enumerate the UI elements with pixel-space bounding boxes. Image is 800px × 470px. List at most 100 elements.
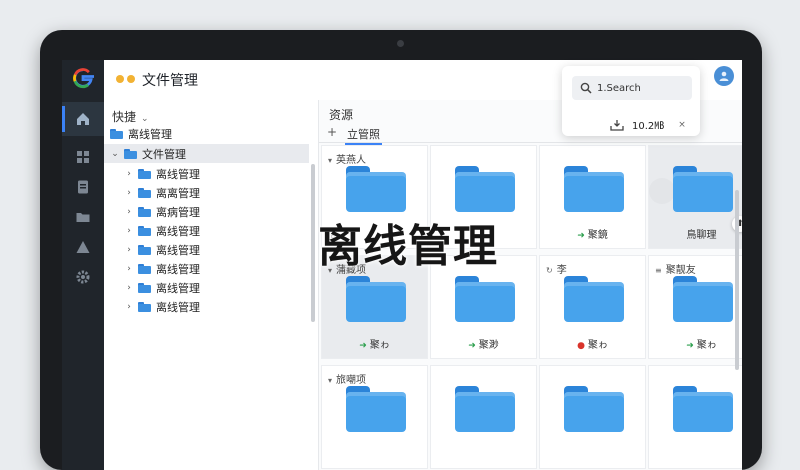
chevron-right-icon[interactable]: › bbox=[124, 226, 134, 236]
tree-item-label: 离线管理 bbox=[128, 127, 172, 141]
folder-icon bbox=[455, 276, 515, 322]
sync-arrow-icon: ➜ bbox=[359, 341, 367, 351]
tree-item-label: 离线管理 bbox=[156, 281, 200, 295]
chevron-right-icon[interactable]: › bbox=[124, 264, 134, 274]
chevron-down-icon[interactable]: ⌄ bbox=[110, 149, 120, 159]
folder-tile[interactable]: ≡ 聚靓友 ➜ 聚ゎ bbox=[648, 255, 742, 359]
google-logo-icon[interactable] bbox=[72, 67, 94, 89]
tree-item[interactable]: › 离线管理 bbox=[104, 297, 309, 316]
rail-folder[interactable] bbox=[62, 200, 104, 234]
folder-tile[interactable]: ▾ 旅嘲项 bbox=[321, 365, 428, 469]
folder-icon bbox=[138, 263, 151, 274]
folder-icon bbox=[138, 301, 151, 312]
group-label: ≡ 聚靓友 bbox=[655, 261, 696, 276]
folder-icon bbox=[564, 386, 624, 432]
chevron-right-icon[interactable]: › bbox=[124, 207, 134, 217]
grid-icon bbox=[77, 151, 89, 163]
rail-alert[interactable] bbox=[62, 230, 104, 264]
folder-name-text: 聚渺 bbox=[478, 340, 499, 351]
chevron-right-icon[interactable]: › bbox=[124, 283, 134, 293]
rail-document[interactable] bbox=[62, 170, 104, 204]
group-label-text: 英燕人 bbox=[336, 155, 367, 166]
content-scrollbar[interactable] bbox=[735, 190, 739, 370]
chevron-right-icon[interactable]: › bbox=[124, 188, 134, 198]
folder-grid-row: ▾ 旅嘲项 bbox=[321, 365, 742, 469]
folder-icon bbox=[346, 276, 406, 322]
folder-name: ➜ 聚ゎ bbox=[649, 336, 742, 351]
tree-item[interactable]: › 离线管理 bbox=[104, 164, 309, 183]
error-pin-icon: ● bbox=[577, 341, 585, 351]
folder-icon bbox=[138, 168, 151, 179]
folder-name-text: 聚鏡 bbox=[587, 230, 608, 241]
rail-settings[interactable] bbox=[62, 260, 104, 294]
folder-tile[interactable]: ➜ 聚鏡 bbox=[539, 145, 646, 249]
chevron-down-icon: ⌄ bbox=[141, 114, 149, 124]
folder-icon bbox=[673, 166, 733, 212]
folder-name: 鳥聊理 bbox=[649, 226, 742, 241]
tree-item[interactable]: › 离病管理 bbox=[104, 202, 309, 221]
sync-arrow-icon: ➜ bbox=[468, 341, 476, 351]
folder-name: ➜ 聚ゎ bbox=[322, 336, 427, 351]
search-input[interactable]: 1.Search bbox=[572, 76, 692, 100]
search-popover: 1.Search 10.2㎆ × bbox=[562, 66, 700, 136]
alert-icon bbox=[76, 241, 90, 253]
window-controls bbox=[116, 75, 135, 83]
content-pane: 资源 + 立管照 ▾ 英燕人亀 ➜ 聚鏡 鳥聊理 ⬆ ▾ 蒲藏项 ➜ 聚ゎ ➜ 聚渺 ↻ 李 ● 聚ゎ ≡ 聚靓友… bbox=[319, 100, 742, 470]
folder-icon bbox=[346, 166, 406, 212]
group-toggle-icon[interactable]: ▾ bbox=[328, 376, 332, 385]
search-value: 1.Search bbox=[597, 82, 641, 94]
folder-icon bbox=[138, 225, 151, 236]
folder-icon bbox=[455, 386, 515, 432]
folder-tile[interactable]: 鳥聊理 ⬆ bbox=[648, 145, 742, 249]
tree-item-label: 离线管理 bbox=[156, 167, 200, 181]
tree-item[interactable]: ⌄ 文件管理 bbox=[104, 144, 309, 163]
group-toggle-icon[interactable]: ↻ bbox=[546, 266, 553, 275]
folder-tile[interactable] bbox=[430, 365, 537, 469]
window-dot[interactable] bbox=[127, 75, 135, 83]
folder-icon bbox=[564, 166, 624, 212]
settings-icon bbox=[76, 270, 90, 284]
tree-item-label: 离病管理 bbox=[156, 205, 200, 219]
sidebar-scrollbar[interactable] bbox=[311, 164, 315, 322]
add-tab-button[interactable]: + bbox=[327, 125, 337, 139]
home-icon bbox=[77, 113, 89, 125]
group-label: ▾ 旅嘲项 bbox=[328, 371, 366, 386]
chevron-right-icon[interactable]: › bbox=[124, 169, 134, 179]
tab-current[interactable]: 立管照 bbox=[345, 126, 382, 145]
tree-item-label: 离线管理 bbox=[156, 243, 200, 257]
hover-circle bbox=[649, 178, 675, 204]
tree-item[interactable]: › 离线管理 bbox=[104, 278, 309, 297]
folder-icon bbox=[138, 206, 151, 217]
folder-icon bbox=[346, 386, 406, 432]
tree-item[interactable]: 离线管理 bbox=[104, 124, 309, 143]
chevron-right-icon[interactable]: › bbox=[124, 245, 134, 255]
rail-grid[interactable] bbox=[62, 140, 104, 174]
tree-item-label: 离线管理 bbox=[156, 262, 200, 276]
tree-item[interactable]: › 离线管理 bbox=[104, 259, 309, 278]
sidebar-quick-access[interactable]: 快捷 ⌄ bbox=[112, 108, 149, 125]
tree-item[interactable]: › 离离管理 bbox=[104, 183, 309, 202]
window-title: 文件管理 bbox=[142, 73, 198, 89]
folder-icon bbox=[138, 282, 151, 293]
tree-item[interactable]: › 离线管理 bbox=[104, 221, 309, 240]
app-rail bbox=[62, 60, 104, 470]
avatar[interactable] bbox=[714, 66, 734, 86]
window-dot[interactable] bbox=[116, 75, 124, 83]
group-toggle-icon[interactable]: ▾ bbox=[328, 156, 332, 165]
sync-arrow-icon: ➜ bbox=[577, 231, 585, 241]
chevron-right-icon[interactable]: › bbox=[124, 302, 134, 312]
rail-home[interactable] bbox=[62, 102, 104, 136]
folder-tile[interactable] bbox=[648, 365, 742, 469]
folder-tile[interactable]: ↻ 李 ● 聚ゎ bbox=[539, 255, 646, 359]
sync-arrow-icon: ➜ bbox=[686, 341, 694, 351]
tree-item[interactable]: › 离线管理 bbox=[104, 240, 309, 259]
sidebar: 快捷 ⌄ 离线管理 ⌄ 文件管理 › 离线管理 › 离离管理 › 离病管理 › 离线管理 › 离线管理 › 离… bbox=[104, 100, 319, 470]
close-icon[interactable]: × bbox=[678, 120, 686, 130]
group-label-text: 旅嘲项 bbox=[336, 375, 367, 386]
folder-name: ➜ 聚鏡 bbox=[540, 226, 645, 241]
folder-icon bbox=[124, 148, 137, 159]
folder-tile[interactable] bbox=[539, 365, 646, 469]
group-label: ↻ 李 bbox=[546, 261, 567, 276]
folder-icon bbox=[138, 187, 151, 198]
group-toggle-icon[interactable]: ≡ bbox=[655, 266, 662, 275]
